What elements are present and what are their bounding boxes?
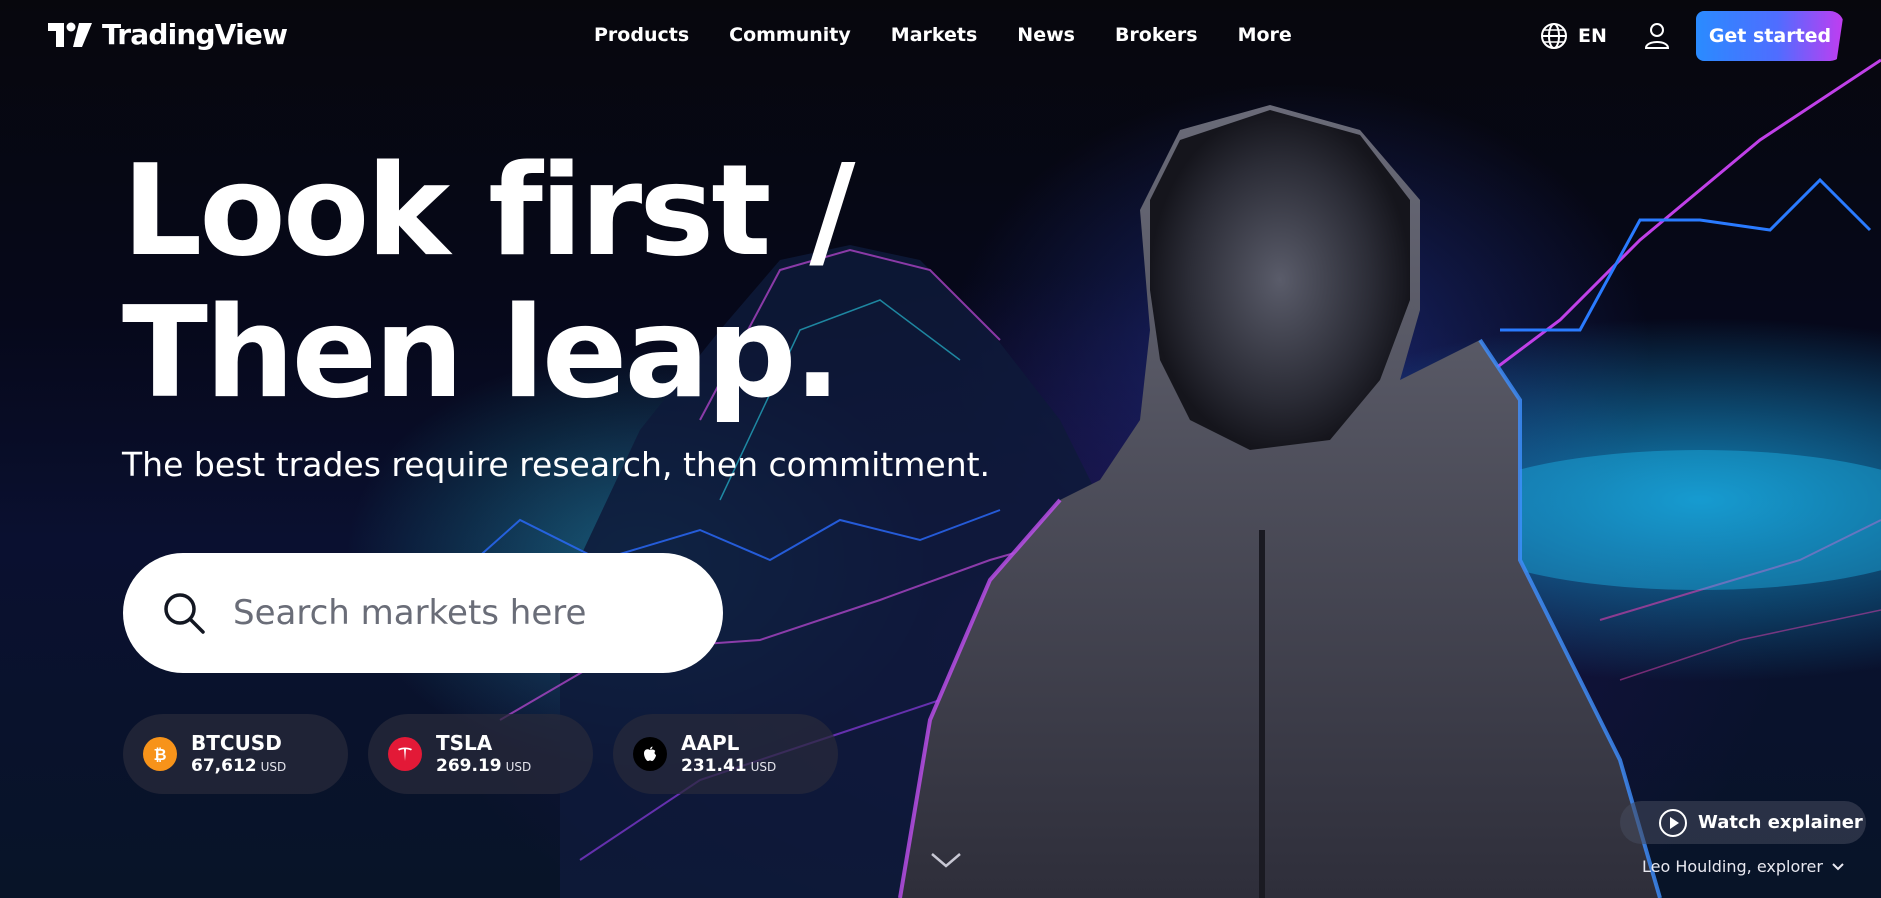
language-selector[interactable]: EN xyxy=(1540,22,1607,50)
nav-community[interactable]: Community xyxy=(709,24,871,46)
nav-more[interactable]: More xyxy=(1218,24,1312,46)
hero-headline: Look first / Then leap. xyxy=(122,137,855,426)
nav-markets[interactable]: Markets xyxy=(871,24,998,46)
logo-text: TradingView xyxy=(102,18,288,51)
ticker-chip-btcusd[interactable]: ₿ BTCUSD 67,612 USD xyxy=(123,714,348,794)
photo-credit-label: Leo Houlding, explorer xyxy=(1642,857,1823,876)
watch-explainer-button[interactable]: Watch explainer xyxy=(1620,801,1866,844)
main-nav: Products Community Markets News Brokers … xyxy=(594,24,1312,46)
ticker-symbol: AAPL xyxy=(681,730,740,755)
ticker-symbol: BTCUSD xyxy=(191,730,282,755)
nav-products[interactable]: Products xyxy=(594,24,709,46)
ticker-symbol: TSLA xyxy=(436,730,493,755)
tesla-icon xyxy=(388,737,422,771)
scroll-down-chevron-icon[interactable] xyxy=(928,848,964,872)
ticker-price: 269.19 xyxy=(436,755,502,776)
search-input[interactable] xyxy=(233,593,693,633)
ticker-currency: USD xyxy=(505,759,532,774)
photo-credit[interactable]: Leo Houlding, explorer xyxy=(1642,857,1845,876)
watch-explainer-label: Watch explainer xyxy=(1698,812,1863,833)
bitcoin-icon: ₿ xyxy=(143,737,177,771)
nav-news[interactable]: News xyxy=(997,24,1095,46)
apple-icon xyxy=(633,737,667,771)
nav-brokers[interactable]: Brokers xyxy=(1095,24,1218,46)
tradingview-logo[interactable]: TradingView xyxy=(48,18,288,51)
tradingview-logo-icon xyxy=(48,22,92,47)
top-navigation-bar: TradingView Products Community Markets N… xyxy=(0,0,1881,72)
language-label: EN xyxy=(1578,25,1607,47)
ticker-chip-aapl[interactable]: AAPL 231.41 USD xyxy=(613,714,838,794)
ticker-currency: USD xyxy=(750,759,777,774)
headline-line-2: Then leap. xyxy=(122,279,841,426)
ticker-price: 231.41 xyxy=(681,755,747,776)
play-icon xyxy=(1659,808,1687,837)
chevron-down-icon xyxy=(1832,862,1844,870)
svg-text:₿: ₿ xyxy=(153,745,166,764)
hero-subhead: The best trades require research, then c… xyxy=(122,445,991,484)
get-started-button[interactable]: Get started xyxy=(1696,11,1844,61)
search-icon xyxy=(164,593,205,634)
ticker-chip-tsla[interactable]: TSLA 269.19 USD xyxy=(368,714,593,794)
ticker-currency: USD xyxy=(260,759,287,774)
market-search-bar[interactable] xyxy=(123,553,723,673)
ticker-price: 67,612 xyxy=(191,755,257,776)
globe-icon xyxy=(1541,23,1567,49)
headline-line-1: Look first / xyxy=(122,137,855,284)
ticker-list: ₿ BTCUSD 67,612USD TSLA 269.19USD AAPL xyxy=(123,714,838,794)
user-icon[interactable] xyxy=(1641,20,1673,52)
